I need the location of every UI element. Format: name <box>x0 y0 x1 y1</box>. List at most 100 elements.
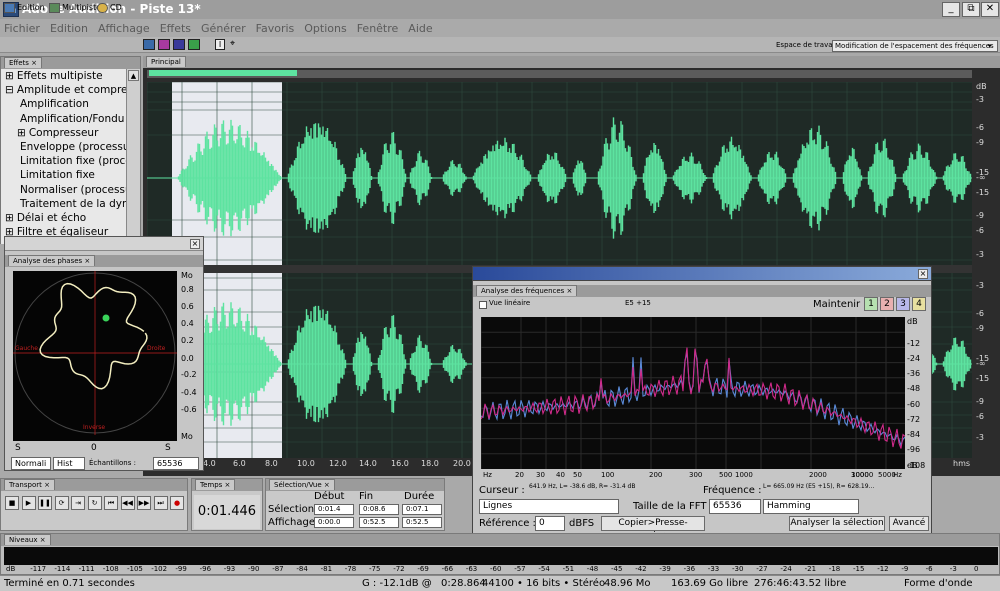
level-tick-label: -27 <box>756 565 768 573</box>
phase-close-button[interactable]: × <box>190 239 200 249</box>
window-function-select[interactable]: Hamming <box>763 499 859 514</box>
restore-button[interactable]: ⧉ <box>962 2 980 17</box>
freq-close-button[interactable]: × <box>918 269 928 279</box>
selection-duration-field[interactable]: 0:07.1 <box>402 504 442 515</box>
phase-bottom-label: S <box>15 443 21 453</box>
play-to-end-icon[interactable]: ⇥ <box>71 496 85 510</box>
spectral-view-icon[interactable] <box>158 39 170 50</box>
view-end-field[interactable]: 0:52.5 <box>359 517 399 528</box>
multitrack-view-button[interactable]: Multipiste <box>49 2 101 14</box>
spectral-pan-icon[interactable] <box>173 39 185 50</box>
linear-view-checkbox[interactable] <box>479 301 487 309</box>
menu-favoris[interactable]: Favoris <box>256 22 295 35</box>
tab-analyse-frequences[interactable]: Analyse des fréquences × <box>476 285 578 296</box>
time-selection-tool-icon[interactable]: I <box>215 39 225 50</box>
effects-item[interactable]: Traitement de la dyna <box>1 197 126 211</box>
effects-item[interactable]: ⊞ Compresseur <box>1 126 126 140</box>
effects-item[interactable]: ⊟Amplitude et compressio <box>1 83 126 97</box>
hold-button-4[interactable]: 4 <box>912 297 926 311</box>
play-loop-icon[interactable]: ⟳ <box>54 496 69 510</box>
minimize-button[interactable]: _ <box>942 2 960 17</box>
reference-field[interactable]: 0 <box>535 516 565 531</box>
phase-hist-select[interactable]: Hist <box>53 457 85 470</box>
pause-icon[interactable]: ❚❚ <box>38 496 52 510</box>
menu-affichage[interactable]: Affichage <box>98 22 150 35</box>
phase-mode-select[interactable]: Normali <box>11 457 51 470</box>
tab-principal[interactable]: Principal <box>146 56 186 67</box>
tab-temps[interactable]: Temps × <box>195 479 236 490</box>
tab-selection-vue[interactable]: Sélection/Vue × <box>269 479 335 490</box>
freq-x-label: 500 <box>719 471 733 479</box>
overview-range[interactable] <box>149 70 297 76</box>
expand-icon: ⊞ <box>17 126 26 139</box>
forward-end-icon[interactable]: ⏭ <box>153 496 168 510</box>
hold-button-1[interactable]: 1 <box>864 297 878 311</box>
view-duration-field[interactable]: 0:52.5 <box>402 517 442 528</box>
tab-analyse-phases[interactable]: Analyse des phases × <box>8 255 96 266</box>
freq-x-label: 200 <box>649 471 663 479</box>
copy-clipboard-button[interactable]: Copier>Presse-papiers <box>601 516 705 541</box>
workspace-select[interactable]: Modification de l'espacement des fréquen… <box>832 40 998 52</box>
scroll-up-icon[interactable]: ▲ <box>128 70 139 81</box>
hold-button-3[interactable]: 3 <box>896 297 910 311</box>
close-button[interactable]: ✕ <box>981 2 999 17</box>
db-tick-label: -9 <box>976 324 984 333</box>
tab-transport[interactable]: Transport × <box>4 479 55 490</box>
plot-type-select[interactable]: Lignes <box>479 499 619 514</box>
analyze-selection-button[interactable]: Analyser la sélection <box>789 516 885 531</box>
menu-edition[interactable]: Edition <box>50 22 88 35</box>
lasso-tool-icon[interactable]: ⌖ <box>230 39 242 50</box>
expand-icon: ⊞ <box>5 211 14 224</box>
menu-effets[interactable]: Effets <box>160 22 191 35</box>
loop-icon[interactable]: ↻ <box>87 496 102 510</box>
view-start-field[interactable]: 0:00.0 <box>314 517 354 528</box>
effects-item[interactable]: Enveloppe (processus <box>1 140 126 154</box>
overview-bar[interactable] <box>147 70 972 78</box>
freq-tab-label: Analyse des fréquences <box>481 287 565 295</box>
effects-item[interactable]: Amplification/Fondu ( <box>1 112 126 126</box>
transport-tab-label: Transport <box>9 481 42 489</box>
menu-aide[interactable]: Aide <box>408 22 432 35</box>
frequency-plot[interactable] <box>481 317 905 469</box>
rewind-start-icon[interactable]: ⏮ <box>104 496 118 510</box>
cd-view-button[interactable]: CD <box>97 2 122 14</box>
play-icon[interactable]: ▶ <box>21 496 36 510</box>
time-unit-label: hms <box>953 459 971 468</box>
effects-scrollbar[interactable]: ▲ <box>126 69 140 244</box>
freq-db-label: -36 <box>907 369 921 378</box>
menu-options[interactable]: Options <box>304 22 346 35</box>
phase-scope: Gauche Droite Inverse <box>13 271 177 441</box>
forward-icon[interactable]: ▶▶ <box>137 496 151 510</box>
effects-item[interactable]: Limitation fixe <box>1 168 126 182</box>
chevron-down-icon[interactable]: ▾ <box>988 42 992 50</box>
waveform-icon[interactable] <box>143 39 155 50</box>
menu-generer[interactable]: Générer <box>201 22 246 35</box>
effects-item[interactable]: Amplification <box>1 97 126 111</box>
spectral-phase-icon[interactable] <box>188 39 200 50</box>
time-tick-label: 18.0 <box>421 459 439 468</box>
selection-start-field[interactable]: 0:01.4 <box>314 504 354 515</box>
linear-view-label: Vue linéaire <box>489 299 531 307</box>
level-meter <box>4 547 998 565</box>
tab-effets[interactable]: Effets × <box>4 57 43 68</box>
level-tick-label: -90 <box>248 565 260 573</box>
selection-end-field[interactable]: 0:08.6 <box>359 504 399 515</box>
transport-panel: Transport × ■ ▶ ❚❚ ⟳ ⇥ ↻ ⏮ ◀◀ ▶▶ ⏭ ● <box>0 478 188 531</box>
hold-button-2[interactable]: 2 <box>880 297 894 311</box>
effects-item[interactable]: ⊞ Effets multipiste <box>1 69 126 83</box>
tab-niveaux[interactable]: Niveaux × <box>4 534 51 545</box>
menu-fenetre[interactable]: Fenêtre <box>357 22 399 35</box>
edition-view-button[interactable]: Edition <box>4 2 45 14</box>
menu-fichier[interactable]: Fichier <box>4 22 40 35</box>
fft-size-select[interactable]: 65536 <box>709 499 761 514</box>
rewind-icon[interactable]: ◀◀ <box>120 496 135 510</box>
effects-item-label: Amplification/Fondu ( <box>20 112 126 125</box>
advanced-button[interactable]: Avancé <box>889 516 929 531</box>
stop-icon[interactable]: ■ <box>5 496 19 510</box>
samples-field[interactable]: 65536 <box>153 457 199 470</box>
record-icon[interactable]: ● <box>170 496 184 510</box>
effects-item-label: Effets multipiste <box>16 70 103 82</box>
effects-item[interactable]: Normaliser (processus <box>1 183 126 197</box>
effects-item[interactable]: Limitation fixe (proces <box>1 154 126 168</box>
effects-item[interactable]: ⊞ Délai et écho <box>1 211 126 225</box>
